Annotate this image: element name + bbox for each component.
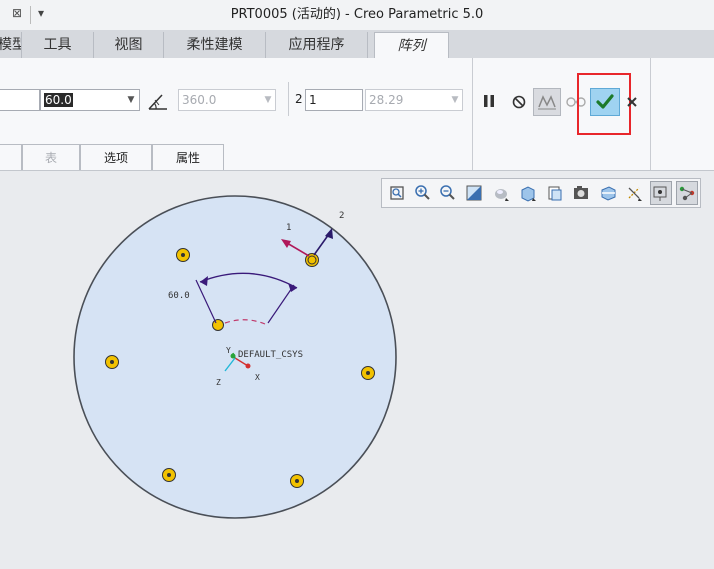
total-angle-dropdown-icon: ▼ [264,95,272,105]
csys-x-label: X [255,373,260,382]
no-preview-icon[interactable] [511,94,527,110]
direction-2-label: 2 [339,211,344,221]
angle-dimension-label[interactable]: 60.0 [168,291,190,301]
ribbon-divider [288,82,289,116]
tab-tools[interactable]: 工具 [22,32,94,58]
cancel-icon[interactable] [626,96,638,108]
ok-button-highlight [577,73,631,135]
tab-view[interactable]: 视图 [94,32,164,58]
second-direction-count-label: 2 [295,92,303,106]
pattern-member-marker[interactable] [105,355,119,369]
angle-increment-value: 60.0 [44,93,73,107]
window-title: PRT0005 (活动的) - Creo Parametric 5.0 [230,7,484,22]
tab-model[interactable]: 模型 [0,32,22,58]
angle-extent-icon[interactable] [146,91,170,113]
csys-z-label: Z [216,378,221,387]
subtab-table[interactable]: 表 [22,144,80,170]
spacing-dropdown-icon: ▼ [451,95,459,105]
subtab-options[interactable]: 选项 [80,144,152,170]
pattern-member-marker[interactable] [361,366,375,380]
second-direction-count-field[interactable]: 1 [305,89,363,111]
ribbon-divider [472,58,473,170]
verify-button[interactable] [533,88,561,116]
pattern-member-marker[interactable] [162,468,176,482]
csys-y-label: Y [226,346,231,355]
subtab-left-stub [0,144,22,170]
csys-origin [230,353,236,359]
subtab-properties[interactable]: 属性 [152,144,224,170]
tab-pattern[interactable]: 阵列 [374,32,449,59]
verify-icon [538,95,556,110]
first-value-field[interactable] [0,89,40,111]
ribbon-divider [650,58,651,170]
model-canvas[interactable]: 60.0 1 2 DEFAULT_CSYS Y X Z [0,171,714,569]
pattern-member-marker[interactable] [290,474,304,488]
tab-model-label: 模型 [0,32,21,58]
csys-x-dot [245,363,251,369]
tab-applications[interactable]: 应用程序 [266,32,368,58]
direction-1-label: 1 [286,223,291,233]
pattern-member-marker[interactable] [176,248,190,262]
tab-flexible-modeling[interactable]: 柔性建模 [164,32,266,58]
angle-increment-dropdown-icon[interactable]: ▼ [124,90,138,110]
pattern-leader-marker[interactable] [212,319,224,331]
csys-label[interactable]: DEFAULT_CSYS [238,350,303,360]
pause-icon[interactable] [482,93,496,109]
